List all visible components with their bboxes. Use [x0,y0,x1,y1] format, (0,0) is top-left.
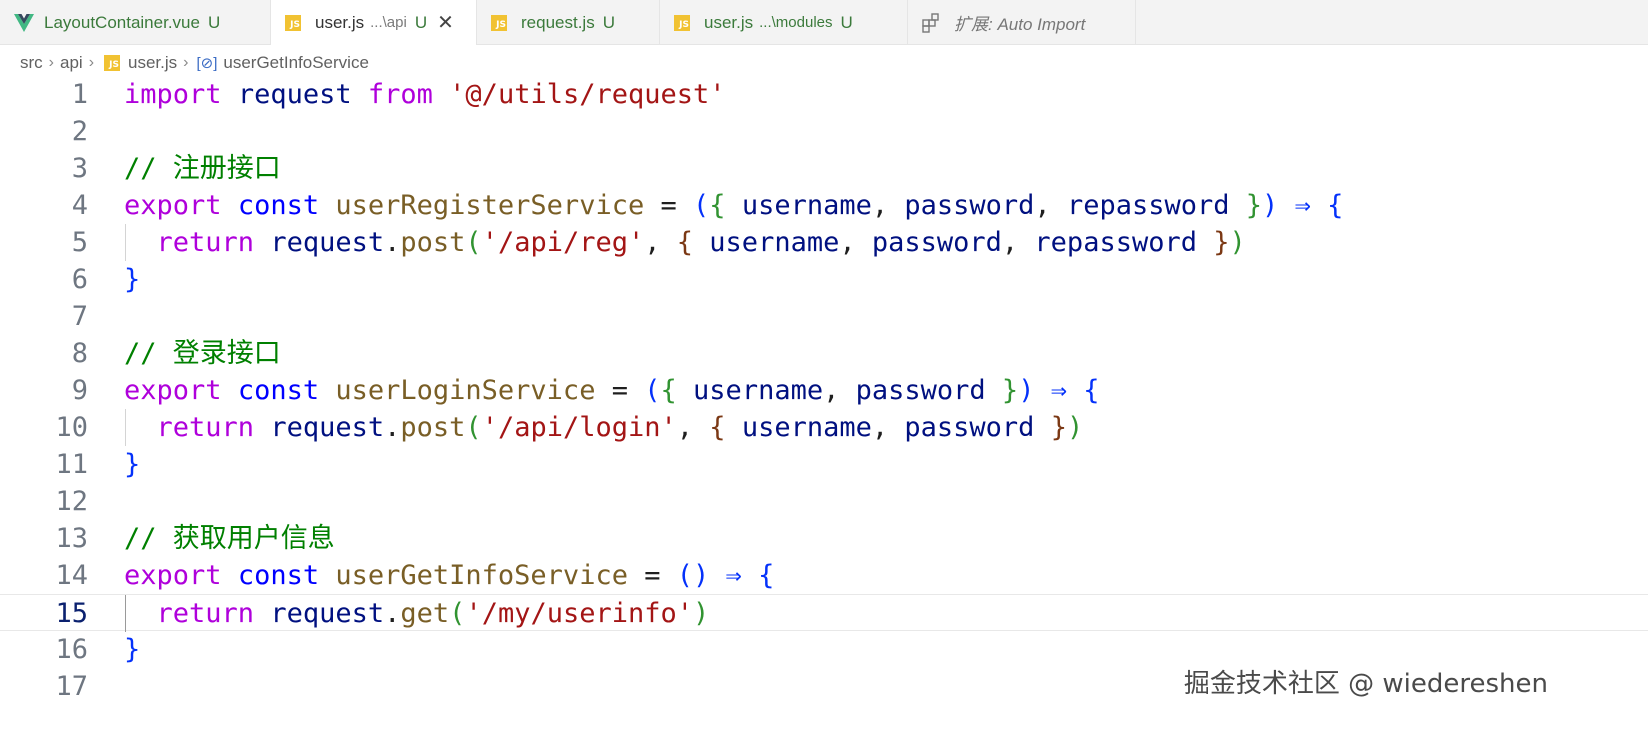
code-line: 4 export const userRegisterService = ({ … [0,187,1648,224]
breadcrumb-item[interactable]: userGetInfoService [223,53,369,73]
code-line: 6 } [0,261,1648,298]
tab-user-js-api[interactable]: JS user.js ...\api U ✕ [271,0,477,45]
tab-path-hint: ...\api [370,14,407,31]
code-line: 3 // 注册接口 [0,150,1648,187]
code-comment: // 注册接口 [124,153,281,184]
js-icon: JS [674,14,690,31]
vue-icon [14,13,34,32]
chevron-right-icon: › [48,54,54,71]
line-number: 17 [55,671,88,702]
code-text: export const userRegisterService = ({ us… [124,190,1344,221]
tab-label: LayoutContainer.vue [44,12,200,32]
watermark: 掘金技术社区 @ wiedereshen [1183,669,1548,699]
code-line: 5 return request.post('/api/reg', { user… [0,224,1648,261]
code-comment: // 登录接口 [124,338,281,369]
code-text: return request.post('/api/reg', { userna… [156,227,1246,258]
code-text: import request from '@/utils/request' [124,79,726,110]
git-status-badge: U [414,12,428,32]
git-status-badge: U [207,12,221,32]
code-line: 12 [0,483,1648,520]
line-number: 7 [71,301,88,332]
tab-path-hint: ...\modules [759,14,833,31]
tab-request-js[interactable]: JS request.js U [477,0,660,45]
code-text: return request.get('/my/userinfo') [156,598,710,629]
tab-extension-auto-import[interactable]: 扩展: Auto Import [908,0,1136,45]
line-number: 10 [55,412,88,443]
line-number: 8 [71,338,88,369]
line-number: 16 [55,634,88,665]
editor-tab-bar: LayoutContainer.vue U JS user.js ...\api… [0,0,1648,45]
variable-symbol-icon: [⊘] [196,55,218,72]
git-status-badge: U [602,12,615,32]
code-text: export const userGetInfoService = () ⇒ { [124,560,775,591]
js-icon: JS [104,55,121,71]
chevron-right-icon: › [88,54,95,71]
code-text: export const userLoginService = ({ usern… [124,375,1100,406]
code-line: 8 // 登录接口 [0,335,1648,372]
line-number: 6 [71,264,88,295]
line-number: 13 [55,523,88,554]
js-icon: JS [285,14,301,31]
line-number: 3 [71,153,88,184]
breadcrumb-item[interactable]: user.js [128,53,177,73]
chevron-right-icon: › [183,54,189,71]
code-line: 2 [0,113,1648,150]
tab-label: 扩展: Auto Import [954,15,1086,34]
close-icon[interactable]: ✕ [437,10,454,35]
code-text: } [124,264,141,295]
js-icon: JS [491,14,507,31]
extension-icon [922,12,939,33]
line-number: 15 [55,598,88,629]
code-line: 9 export const userLoginService = ({ use… [0,372,1648,409]
tab-label: request.js [521,12,595,32]
line-number: 12 [55,486,88,517]
code-editor[interactable]: 1 import request from '@/utils/request' … [0,76,1648,750]
code-text: } [124,449,141,480]
line-number: 9 [71,375,88,406]
line-number: 14 [55,560,88,591]
breadcrumb-item[interactable]: src [20,53,43,73]
tab-layoutcontainer-vue[interactable]: LayoutContainer.vue U [0,0,271,45]
git-status-badge: U [840,12,853,32]
code-line: 10 return request.post('/api/login', { u… [0,409,1648,446]
code-line: 14 export const userGetInfoService = () … [0,557,1648,594]
tab-user-js-modules[interactable]: JS user.js ...\modules U [660,0,908,45]
code-line: 7 [0,298,1648,335]
line-number: 4 [71,190,88,221]
line-number: 5 [71,227,88,258]
code-text: } [124,634,141,665]
code-line: 11 } [0,446,1648,483]
tab-label: user.js [315,12,365,32]
tab-label: user.js [704,12,754,32]
line-number: 1 [71,79,88,110]
code-line: 13 // 获取用户信息 [0,520,1648,557]
breadcrumb: src › api › JS user.js › [⊘] userGetInfo… [20,50,369,76]
code-line-current: 15 return request.get('/my/userinfo') [0,594,1648,632]
line-number: 11 [55,449,88,480]
code-comment: // 获取用户信息 [124,523,335,554]
code-text: return request.post('/api/login', { user… [156,412,1084,443]
breadcrumb-item[interactable]: api [60,53,83,73]
code-line: 1 import request from '@/utils/request' [0,76,1648,113]
line-number: 2 [71,116,88,147]
